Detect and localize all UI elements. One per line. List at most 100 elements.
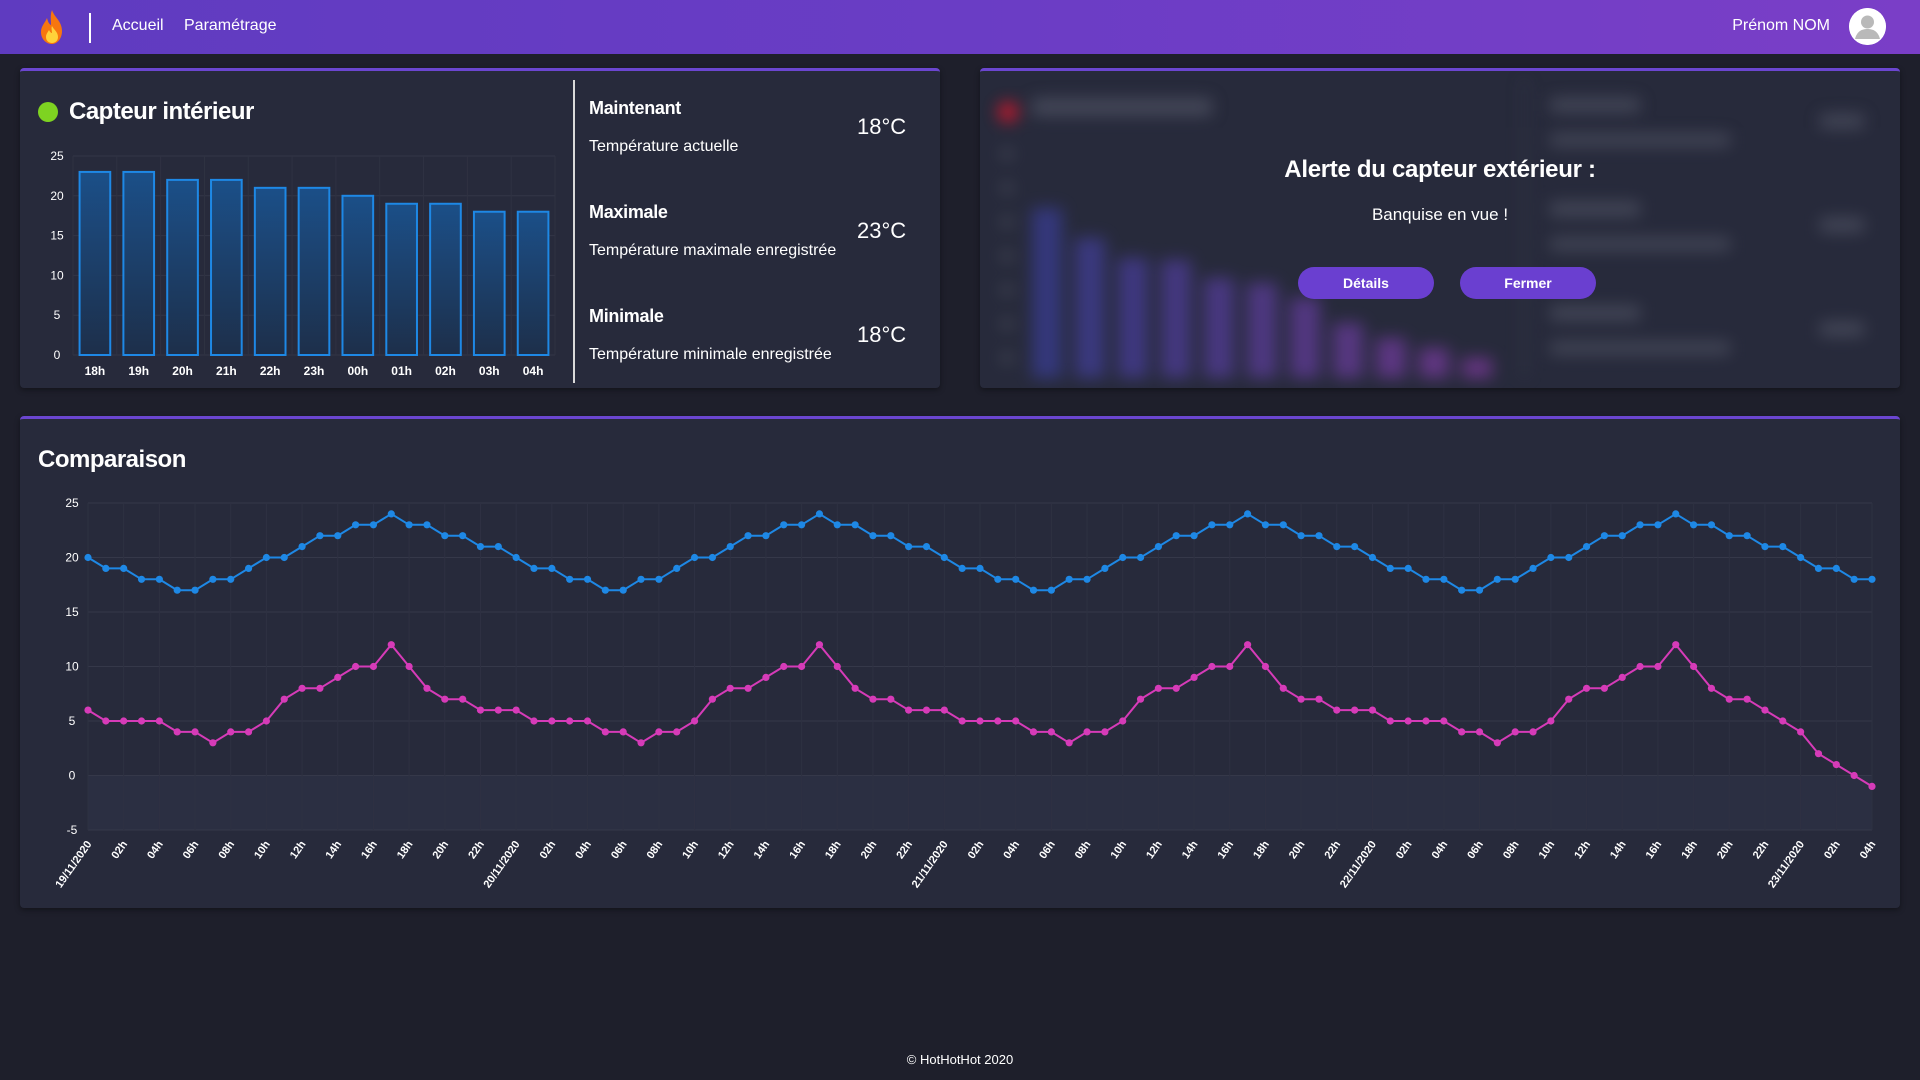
series-2-point	[1868, 782, 1876, 790]
bar-y-tick-label: 10	[50, 268, 64, 282]
bar-y-tick-label: 25	[50, 149, 64, 163]
series-1-point	[851, 521, 859, 529]
series-2-point	[1475, 728, 1484, 736]
series-1-point	[1297, 532, 1305, 540]
series-1-point	[1012, 575, 1020, 583]
series-2-point	[1458, 728, 1466, 736]
series-2-point	[1279, 684, 1287, 692]
series-1-point	[833, 521, 841, 529]
series-1-point	[1850, 575, 1858, 583]
series-1-point	[1725, 532, 1733, 540]
series-1-point	[476, 543, 485, 551]
series-1-point	[1119, 553, 1127, 562]
series-1-point	[1226, 521, 1234, 529]
series-1-point	[459, 532, 467, 540]
line-x-tick-label: 23/11/2020	[1766, 839, 1807, 890]
bar-22h	[253, 186, 287, 356]
series-1-point	[1636, 521, 1644, 529]
series-1-point	[1136, 553, 1145, 562]
series-1-point	[84, 553, 92, 562]
line-x-tick-label: 10h	[252, 839, 273, 862]
line-x-tick-label: 16h	[1644, 839, 1665, 862]
bar-23h	[297, 186, 331, 356]
series-1-point	[1511, 575, 1519, 583]
series-2-point	[227, 728, 235, 736]
series-2-point	[1012, 717, 1020, 725]
alert-message: Banquise en vue !	[1371, 205, 1509, 224]
user-name[interactable]: Prénom NOM	[1732, 17, 1830, 35]
series-2-point	[191, 728, 199, 736]
series-1-point	[1333, 543, 1341, 551]
series-1-point	[298, 543, 306, 551]
series-2-point	[798, 662, 806, 671]
series-2-point	[637, 739, 645, 747]
series-1-point	[1386, 564, 1394, 572]
line-x-tick-label: 06h	[1037, 839, 1058, 862]
outdoor-sensor-card: Alerte du capteur extérieur : Banquise e…	[980, 68, 1900, 388]
series-1-point	[1154, 543, 1162, 551]
series-1-point	[244, 564, 253, 572]
series-2-point	[155, 717, 163, 725]
bar-x-tick-label: 01h	[391, 364, 412, 378]
series-1-point	[1690, 521, 1698, 529]
series-2-point	[1208, 662, 1216, 671]
series-1-point	[405, 521, 413, 529]
series-1-point	[1565, 553, 1573, 562]
nav-divider	[89, 13, 91, 43]
avatar[interactable]	[1849, 8, 1886, 45]
line-x-tick-label: 08h	[216, 839, 237, 862]
series-2-point	[530, 717, 538, 725]
line-x-tick-label: 04h	[1430, 839, 1451, 862]
series-2-point	[459, 695, 467, 703]
series-2-point	[1618, 673, 1626, 681]
series-1-point	[1529, 564, 1537, 572]
series-2-point	[280, 695, 288, 703]
line-x-tick-label: 12h	[288, 839, 309, 862]
series-1-point	[387, 510, 395, 518]
series-2-point	[120, 717, 128, 725]
nav-link-home[interactable]: Accueil	[112, 17, 164, 35]
close-button[interactable]: Fermer	[1460, 267, 1596, 299]
line-x-tick-label: 06h	[1465, 839, 1486, 862]
series-1-point	[1672, 510, 1680, 518]
series-2-point	[1547, 717, 1555, 725]
stat-max-label: Maximale	[589, 202, 668, 222]
series-2-point	[334, 673, 342, 681]
series-2-point	[476, 706, 485, 714]
line-y-tick-label: 15	[65, 605, 79, 619]
bar-20h	[166, 178, 199, 356]
series-1-point	[209, 575, 217, 583]
series-2-point	[244, 728, 253, 736]
bar-x-tick-label: 22h	[260, 364, 281, 378]
line-x-tick-label: 22h	[1323, 839, 1344, 862]
line-x-tick-label: 10h	[680, 839, 701, 862]
series-1-point	[1743, 532, 1751, 540]
series-1-point	[566, 575, 574, 583]
series-1-point	[815, 510, 824, 518]
series-2-point	[780, 662, 788, 671]
series-1-point	[369, 521, 378, 529]
flame-icon[interactable]	[36, 9, 68, 45]
series-2-point	[1047, 728, 1055, 736]
line-x-tick-label: 02h	[109, 839, 130, 862]
series-2-point	[1707, 684, 1716, 692]
line-y-tick-label: 25	[65, 496, 79, 510]
bar-x-tick-label: 21h	[216, 364, 237, 378]
series-1-point	[1779, 543, 1787, 551]
series-2-point	[423, 684, 431, 692]
series-1-point	[1868, 575, 1876, 583]
nav-link-settings[interactable]: Paramétrage	[184, 17, 277, 35]
bar-x-tick-label: 04h	[523, 364, 544, 378]
series-1-point	[1707, 521, 1716, 529]
series-2-point	[369, 662, 378, 671]
series-1-point	[601, 586, 609, 594]
top-navbar: Accueil Paramétrage Prénom NOM	[0, 0, 1920, 54]
series-1-point	[1600, 532, 1608, 540]
series-1-point	[958, 564, 966, 572]
stat-max-value: 23°C	[857, 218, 907, 243]
line-x-tick-label: 22h	[466, 839, 487, 862]
series-1-point	[1368, 553, 1377, 562]
series-2-point	[494, 706, 502, 714]
series-2-point	[1725, 695, 1733, 703]
details-button[interactable]: Détails	[1298, 267, 1434, 299]
